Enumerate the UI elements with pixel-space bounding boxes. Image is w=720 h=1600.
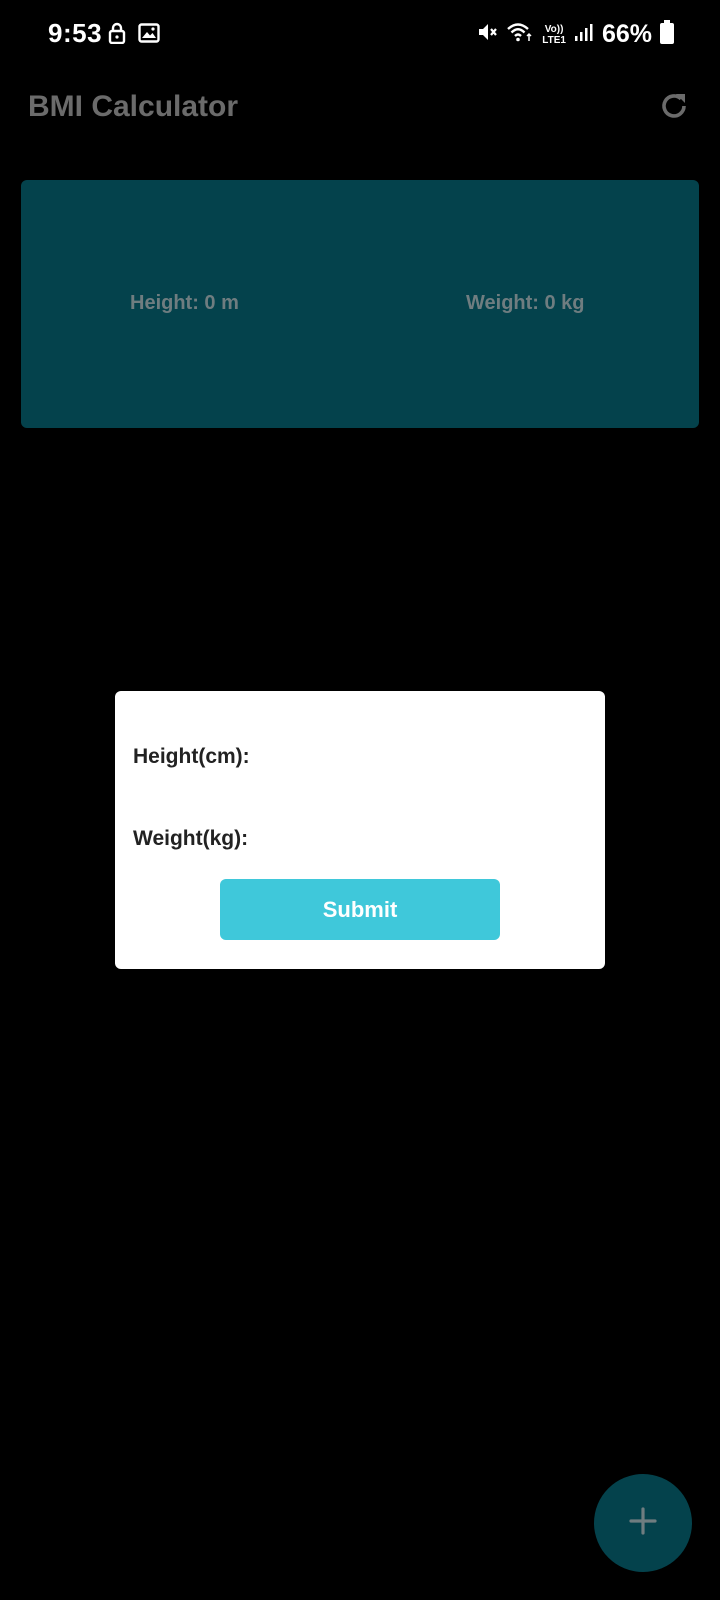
weight-value: Weight: 0 kg: [466, 292, 585, 314]
screen: 9:53 Vo)) LTE1 66% BMI Calculator Height…: [0, 0, 720, 1600]
volte-top: Vo)): [544, 23, 564, 35]
battery-percent: 66%: [601, 20, 652, 48]
image-icon: [138, 23, 160, 48]
status-time: 9:53: [48, 18, 103, 48]
status-right-icons: Vo)) LTE1 66%: [476, 20, 674, 49]
height-label: Height(cm):: [133, 745, 250, 768]
status-left-icons: [108, 22, 160, 49]
status-bar: 9:53 Vo)) LTE1 66%: [0, 0, 720, 72]
volte-bottom: LTE1: [542, 34, 566, 46]
weight-label: Weight(kg):: [133, 827, 249, 850]
lock-icon: [108, 22, 126, 49]
bmi-info-card: Height: 0 m Weight: 0 kg: [21, 180, 699, 428]
signal-icon: [574, 22, 594, 47]
refresh-button[interactable]: [654, 88, 694, 128]
app-bar: BMI Calculator: [0, 80, 720, 140]
refresh-icon: [658, 90, 690, 127]
battery-icon: [660, 20, 674, 49]
input-dialog: Height(cm): Weight(kg): Submit: [115, 691, 605, 969]
wifi-icon: [506, 21, 534, 48]
height-value: Height: 0 m: [130, 292, 239, 314]
mute-icon: [476, 21, 498, 48]
add-button[interactable]: [594, 1474, 692, 1572]
submit-button[interactable]: Submit: [220, 879, 500, 940]
app-title: BMI Calculator: [28, 90, 239, 123]
plus-icon: [628, 1506, 658, 1541]
volte-icon: Vo)) LTE1: [542, 24, 566, 46]
